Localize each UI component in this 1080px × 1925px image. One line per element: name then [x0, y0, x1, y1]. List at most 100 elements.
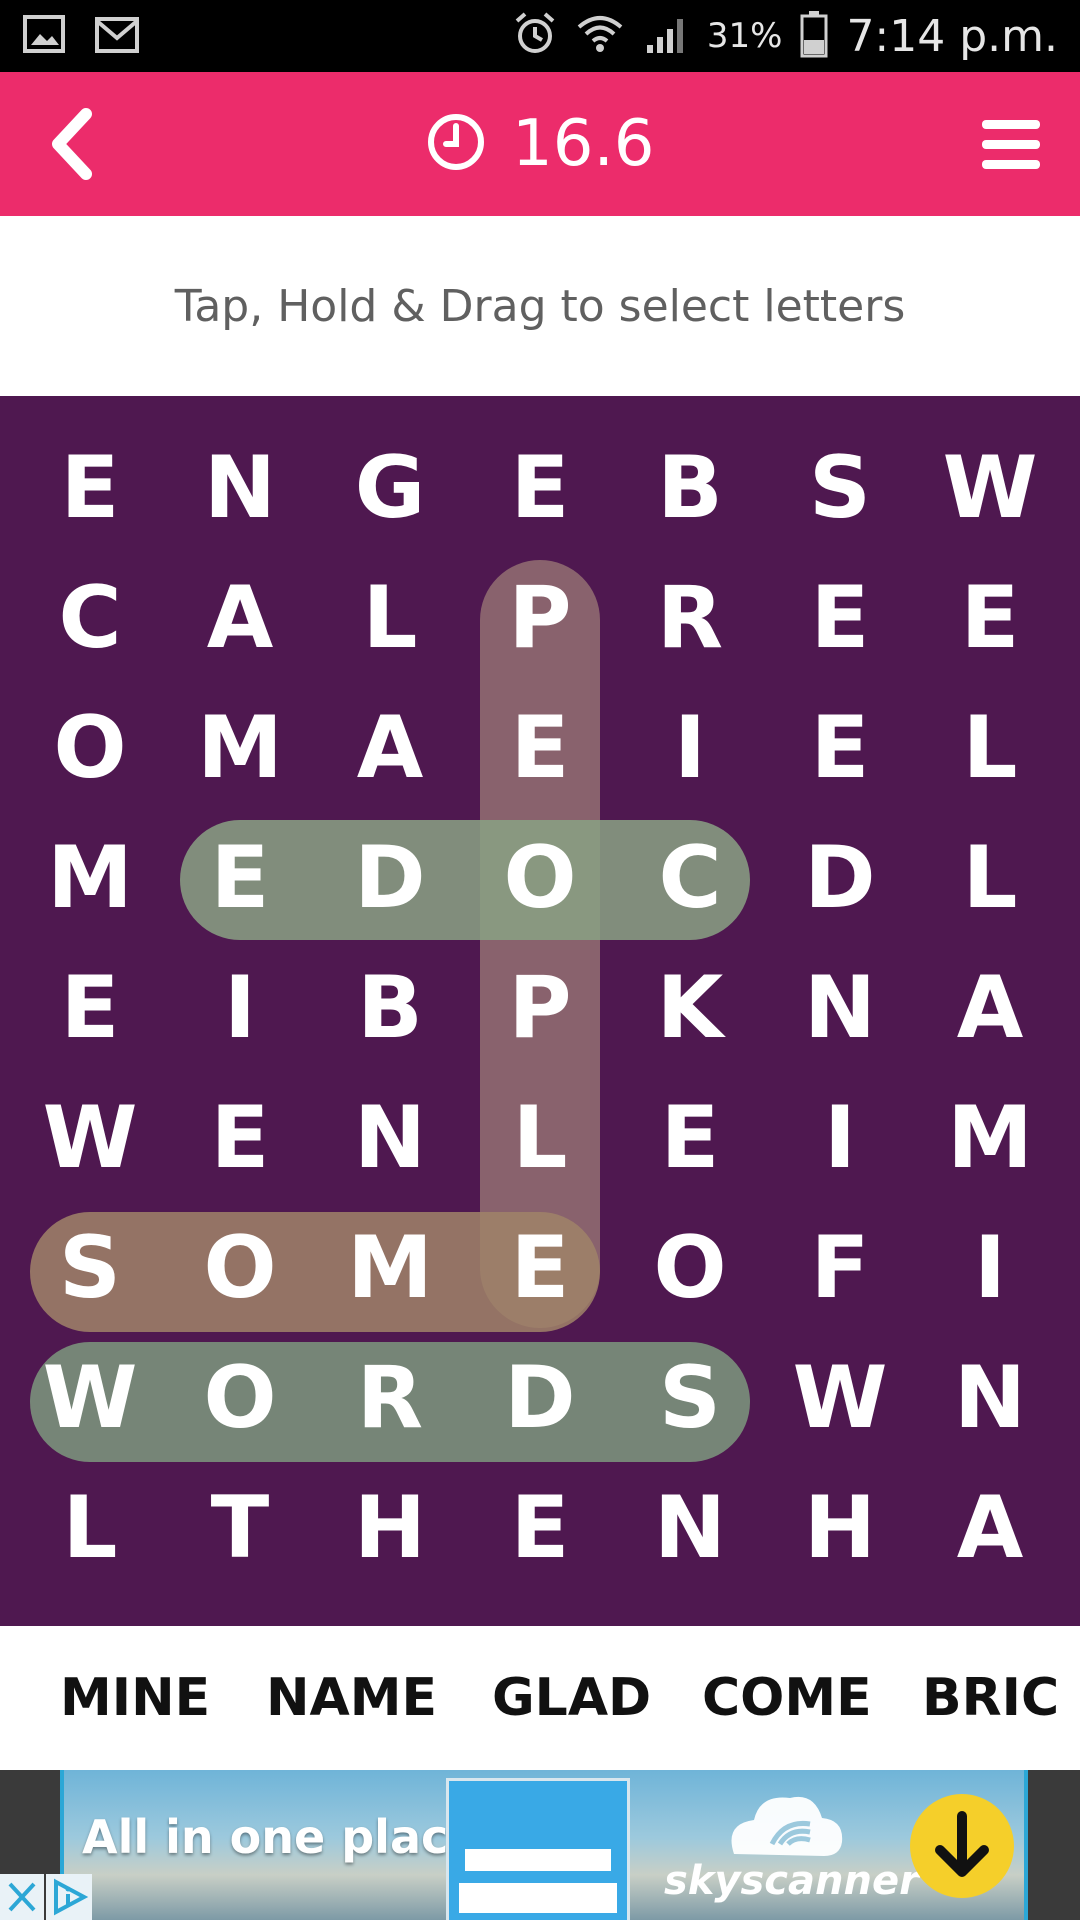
target-word: GLAD — [492, 1668, 652, 1728]
ad-close-button[interactable] — [0, 1874, 44, 1920]
grid-letter[interactable]: E — [165, 813, 315, 943]
target-word: MINE — [60, 1668, 211, 1728]
grid-letter[interactable]: C — [615, 813, 765, 943]
grid-letter[interactable]: O — [465, 813, 615, 943]
grid-letter[interactable]: A — [915, 1463, 1065, 1593]
arrow-down-icon — [910, 1811, 1014, 1902]
grid-letter[interactable]: E — [165, 1073, 315, 1203]
word-search-grid[interactable]: ENGEBSWCALPREEOMAEIELMEDOCDLEIBPKNAWENLE… — [0, 396, 1080, 1626]
grid-letter[interactable]: F — [765, 1203, 915, 1333]
grid-letter[interactable]: M — [315, 1203, 465, 1333]
battery-percent: 31% — [706, 16, 783, 56]
target-word: COME — [702, 1668, 872, 1728]
grid-letter[interactable]: N — [915, 1333, 1065, 1463]
hamburger-icon — [980, 120, 1042, 176]
grid-letter[interactable]: T — [165, 1463, 315, 1593]
grid-letter[interactable]: I — [765, 1073, 915, 1203]
grid-letter[interactable]: E — [465, 423, 615, 553]
grid-letter[interactable]: E — [615, 1073, 765, 1203]
grid-letter[interactable]: N — [765, 943, 915, 1073]
grid-letter[interactable]: K — [615, 943, 765, 1073]
close-icon — [0, 1882, 44, 1924]
menu-button[interactable] — [980, 116, 1042, 172]
grid-letter[interactable]: E — [465, 1463, 615, 1593]
target-word: BRIC — [922, 1668, 1060, 1728]
wifi-icon — [575, 11, 625, 62]
grid-letter[interactable]: E — [765, 553, 915, 683]
grid-letter[interactable]: I — [615, 683, 765, 813]
grid-letter[interactable]: A — [315, 683, 465, 813]
timer: 16.6 — [426, 106, 655, 182]
chevron-left-icon — [40, 108, 110, 188]
grid-letter[interactable]: W — [15, 1073, 165, 1203]
grid-letter[interactable]: B — [615, 423, 765, 553]
ad-headline: All in one place. — [82, 1810, 497, 1864]
grid-letter[interactable]: M — [915, 1073, 1065, 1203]
grid-letter[interactable]: W — [915, 423, 1065, 553]
ad-phone-image — [446, 1778, 630, 1920]
grid-letter[interactable]: D — [315, 813, 465, 943]
grid-letter[interactable]: O — [615, 1203, 765, 1333]
instruction-text: Tap, Hold & Drag to select letters — [174, 280, 906, 332]
grid-letter[interactable]: M — [15, 813, 165, 943]
grid-letter[interactable]: P — [465, 553, 615, 683]
timer-value: 16.6 — [512, 107, 655, 181]
word-list: MINE NAME GLAD COME BRIC — [0, 1626, 1080, 1770]
grid-letter[interactable]: I — [165, 943, 315, 1073]
target-word: NAME — [266, 1668, 438, 1728]
grid-letter[interactable]: R — [315, 1333, 465, 1463]
grid-letter[interactable]: G — [315, 423, 465, 553]
grid-letter[interactable]: H — [765, 1463, 915, 1593]
status-bar: 31% 7:14 p.m. — [0, 0, 1080, 72]
grid-letter[interactable]: E — [915, 553, 1065, 683]
grid-letter[interactable]: W — [15, 1333, 165, 1463]
grid-letter[interactable]: A — [165, 553, 315, 683]
grid-letter[interactable]: O — [165, 1203, 315, 1333]
grid-letter[interactable]: H — [315, 1463, 465, 1593]
grid-letter[interactable]: N — [315, 1073, 465, 1203]
grid-letter[interactable]: S — [765, 423, 915, 553]
gmail-icon — [94, 12, 140, 63]
grid-letter[interactable]: L — [465, 1073, 615, 1203]
grid-letter[interactable]: L — [915, 813, 1065, 943]
download-button[interactable] — [910, 1794, 1014, 1898]
adchoices-icon — [46, 1878, 92, 1924]
skyscanner-logo-icon — [714, 1784, 854, 1869]
grid-letter[interactable]: C — [15, 553, 165, 683]
ad-info-button[interactable] — [46, 1874, 92, 1920]
grid-letter[interactable]: L — [915, 683, 1065, 813]
alarm-icon — [513, 11, 557, 62]
grid-letter[interactable]: A — [915, 943, 1065, 1073]
grid-letter[interactable]: E — [15, 943, 165, 1073]
battery-icon — [800, 10, 828, 63]
gallery-icon — [22, 12, 68, 63]
grid-letter[interactable]: E — [15, 423, 165, 553]
grid-letter[interactable]: L — [315, 553, 465, 683]
grid-letter[interactable]: O — [165, 1333, 315, 1463]
grid-letter[interactable]: I — [915, 1203, 1065, 1333]
grid-letter[interactable]: R — [615, 553, 765, 683]
grid-letter[interactable]: E — [765, 683, 915, 813]
grid-letter[interactable]: B — [315, 943, 465, 1073]
grid-letter[interactable]: M — [165, 683, 315, 813]
grid-letter[interactable]: N — [165, 423, 315, 553]
signal-icon — [643, 11, 689, 62]
grid-letter[interactable]: P — [465, 943, 615, 1073]
clock-time: 7:14 p.m. — [846, 10, 1058, 62]
grid-letter[interactable]: D — [765, 813, 915, 943]
ad-phone-card — [465, 1849, 611, 1871]
grid-letter[interactable]: W — [765, 1333, 915, 1463]
grid-letter[interactable]: D — [465, 1333, 615, 1463]
grid-letter[interactable]: E — [465, 1203, 615, 1333]
grid-letter[interactable]: O — [15, 683, 165, 813]
grid-letter[interactable]: S — [615, 1333, 765, 1463]
grid-letter[interactable]: E — [465, 683, 615, 813]
letter-grid[interactable]: ENGEBSWCALPREEOMAEIELMEDOCDLEIBPKNAWENLE… — [0, 396, 1080, 1626]
grid-letter[interactable]: L — [15, 1463, 165, 1593]
ad-creative[interactable]: All in one place. skyscanner — [60, 1770, 1028, 1920]
ad-banner[interactable]: All in one place. skyscanner — [0, 1770, 1080, 1920]
grid-letter[interactable]: N — [615, 1463, 765, 1593]
grid-letter[interactable]: S — [15, 1203, 165, 1333]
clock-icon — [426, 112, 486, 177]
back-button[interactable] — [40, 104, 110, 184]
